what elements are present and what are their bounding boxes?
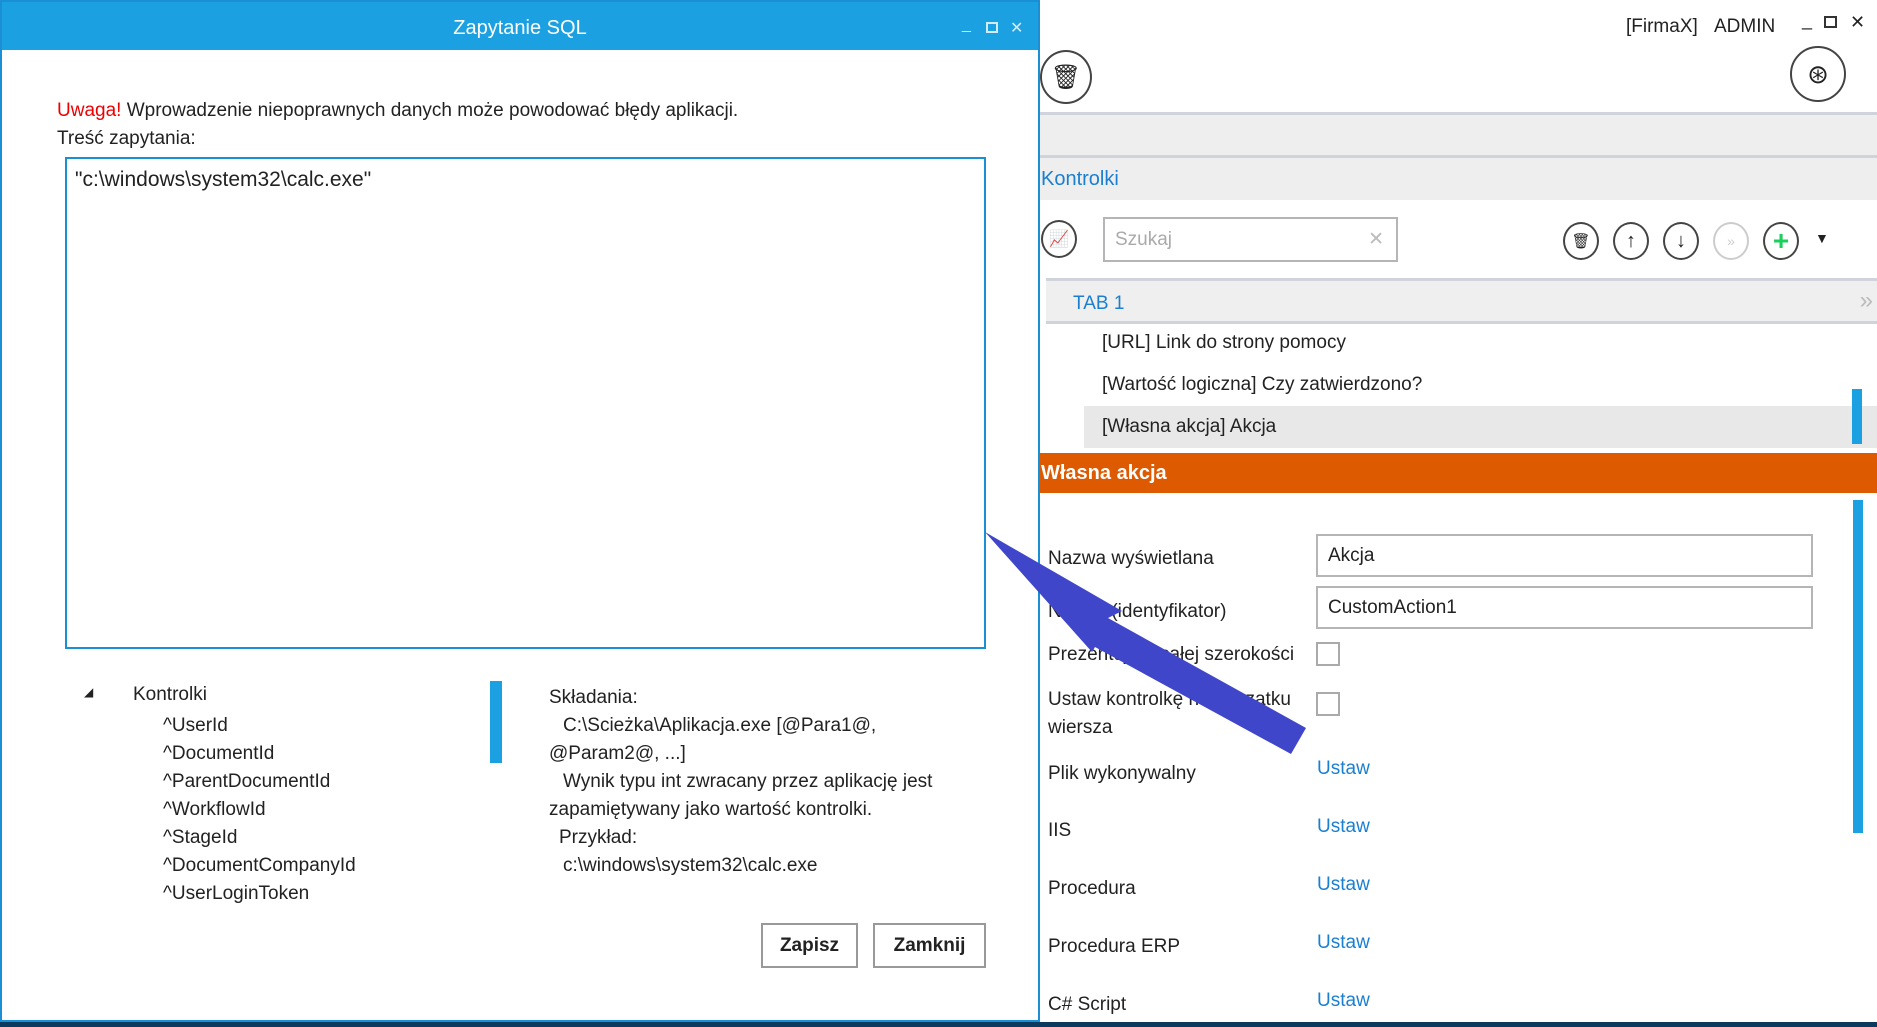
arrow-icon [985,532,1306,754]
annotation-arrow [985,532,1306,754]
